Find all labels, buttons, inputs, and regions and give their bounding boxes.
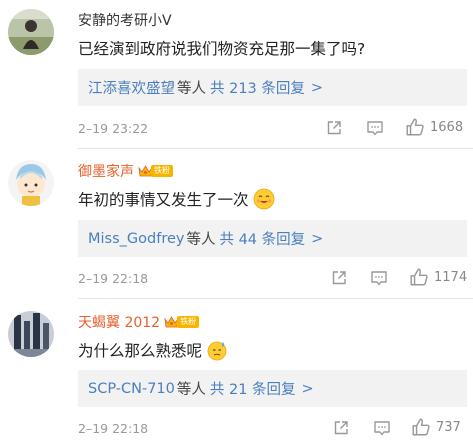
reply-summary[interactable]: SCP-CN-710 等人 共 21 条回复 > — [78, 370, 467, 407]
avatar-image — [8, 160, 54, 206]
reply-arrow[interactable]: > — [311, 80, 323, 96]
like-button[interactable]: 1174 — [409, 267, 467, 287]
reply-summary[interactable]: 江添喜欢盛望 等人 共 213 条回复 > — [78, 69, 467, 106]
reply-mid: 等人 — [176, 382, 206, 398]
fan-badge[interactable]: 铁粉 — [138, 163, 173, 179]
timestamp: 2–19 23:22 — [78, 120, 149, 136]
username[interactable]: 安静的考研小V — [78, 10, 172, 30]
reply-arrow[interactable]: > — [302, 381, 314, 397]
comment-text-content: 已经演到政府说我们物资充足那一集了吗? — [78, 40, 366, 58]
badge-label: 铁粉 — [151, 165, 173, 177]
comment-text: 为什么那么熟悉呢 — [78, 336, 228, 364]
divider — [78, 298, 473, 299]
like-count: 737 — [436, 419, 461, 435]
reply-mid: 等人 — [177, 81, 206, 97]
comment-text: 已经演到政府说我们物资充足那一集了吗? — [78, 35, 365, 61]
emoji-drool-icon — [253, 188, 274, 210]
reply-users[interactable]: Miss_Godfrey — [88, 231, 184, 247]
reply-mid: 等人 — [186, 232, 216, 248]
share-icon — [327, 121, 341, 135]
reply-summary[interactable]: Miss_Godfrey 等人 共 44 条回复 > — [78, 220, 467, 257]
reply-icon — [374, 421, 390, 436]
fan-badge[interactable]: 铁粉 — [164, 314, 200, 330]
comment-text-content: 为什么那么熟悉呢 — [78, 342, 203, 360]
comment-footer: 2–19 22:18 1174 — [78, 267, 467, 289]
comment-footer: 2–19 23:22 1668 — [78, 117, 467, 139]
like-icon — [410, 268, 428, 286]
timestamp: 2–19 22:18 — [78, 270, 149, 286]
like-count: 1668 — [430, 119, 464, 135]
reply-button[interactable] — [373, 419, 391, 437]
share-icon — [334, 421, 348, 435]
reply-users[interactable]: SCP-CN-710 — [88, 381, 175, 397]
avatar[interactable] — [8, 311, 54, 357]
like-button[interactable]: 737 — [411, 417, 461, 437]
badge-label: 铁粉 — [177, 316, 200, 328]
name-row: 御墨家声 铁粉 — [78, 160, 173, 182]
username[interactable]: 御墨家声 — [78, 161, 134, 181]
comment-text: 年初的事情又发生了一次 — [78, 185, 275, 213]
reply-button[interactable] — [370, 269, 388, 287]
emoji-sweat-icon — [207, 341, 227, 361]
share-button[interactable] — [325, 119, 343, 137]
reply-total[interactable]: 共 44 条回复 — [219, 228, 305, 249]
username[interactable]: 天蝎翼 2012 — [78, 312, 160, 332]
divider — [78, 148, 473, 149]
share-button[interactable] — [332, 419, 350, 437]
reply-total[interactable]: 共 213 条回复 — [210, 77, 305, 98]
avatar[interactable] — [8, 160, 54, 206]
avatar-image — [8, 9, 54, 55]
like-count: 1174 — [434, 269, 468, 285]
comment-text-content: 年初的事情又发生了一次 — [78, 191, 249, 209]
share-button[interactable] — [330, 269, 348, 287]
comment-footer: 2–19 22:18 737 — [78, 417, 467, 439]
name-row: 安静的考研小V — [78, 9, 172, 31]
like-button[interactable]: 1668 — [405, 117, 463, 137]
like-icon — [406, 118, 424, 136]
share-icon — [332, 271, 346, 285]
reply-total[interactable]: 共 21 条回复 — [210, 378, 296, 399]
reply-button[interactable] — [366, 119, 384, 137]
reply-icon — [371, 271, 387, 286]
reply-users[interactable]: 江添喜欢盛望 — [88, 77, 175, 98]
reply-icon — [367, 121, 383, 136]
like-icon — [412, 418, 430, 436]
reply-arrow[interactable]: > — [311, 231, 323, 247]
name-row: 天蝎翼 2012 铁粉 — [78, 311, 200, 333]
timestamp: 2–19 22:18 — [78, 420, 149, 436]
avatar[interactable] — [8, 9, 54, 55]
avatar-image — [8, 311, 54, 357]
